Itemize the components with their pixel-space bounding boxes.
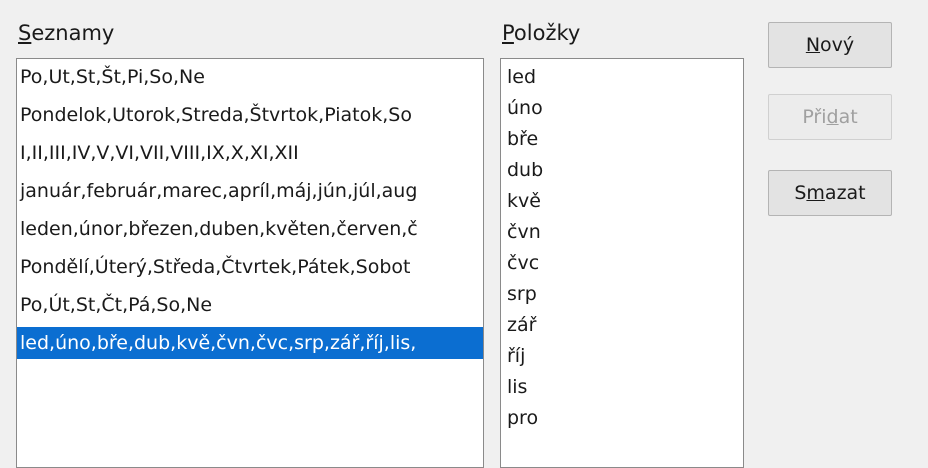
list-item[interactable]: I,II,III,IV,V,VI,VII,VIII,IX,X,XI,XII (17, 137, 483, 169)
item-entry[interactable]: srp (501, 278, 743, 310)
delete-button[interactable]: Smazat (768, 170, 892, 216)
item-entry[interactable]: říj (501, 340, 743, 372)
item-entry[interactable]: bře (501, 123, 743, 155)
item-entry[interactable]: kvě (501, 185, 743, 217)
items-label: Položky (502, 21, 581, 45)
item-entry[interactable]: zář (501, 309, 743, 341)
lists-label: Seznamy (18, 21, 115, 45)
item-entry[interactable]: led (501, 61, 743, 93)
item-entry[interactable]: úno (501, 92, 743, 124)
list-item-selected[interactable]: led,úno,bře,dub,kvě,čvn,čvc,srp,zář,říj,… (17, 327, 483, 359)
items-listbox[interactable]: led úno bře dub kvě čvn čvc srp zář říj … (500, 58, 744, 468)
list-item[interactable]: leden,únor,březen,duben,květen,červen,č (17, 213, 483, 245)
list-item[interactable]: Pondelok,Utorok,Streda,Štvrtok,Piatok,So (17, 99, 483, 131)
new-button[interactable]: Nový (768, 22, 892, 68)
lists-listbox[interactable]: Po,Ut,St,Št,Pi,So,Ne Pondelok,Utorok,Str… (16, 58, 484, 468)
item-entry[interactable]: čvc (501, 247, 743, 279)
item-entry[interactable]: pro (501, 402, 743, 434)
list-item[interactable]: január,február,marec,apríl,máj,jún,júl,a… (17, 175, 483, 207)
list-item[interactable]: Po,Út,St,Čt,Pá,So,Ne (17, 289, 483, 321)
item-entry[interactable]: lis (501, 371, 743, 403)
list-item[interactable]: Po,Ut,St,Št,Pi,So,Ne (17, 61, 483, 93)
list-item[interactable]: Pondělí,Úterý,Středa,Čtvrtek,Pátek,Sobot (17, 251, 483, 283)
item-entry[interactable]: čvn (501, 216, 743, 248)
add-button[interactable]: Přidat (768, 94, 892, 140)
item-entry[interactable]: dub (501, 154, 743, 186)
